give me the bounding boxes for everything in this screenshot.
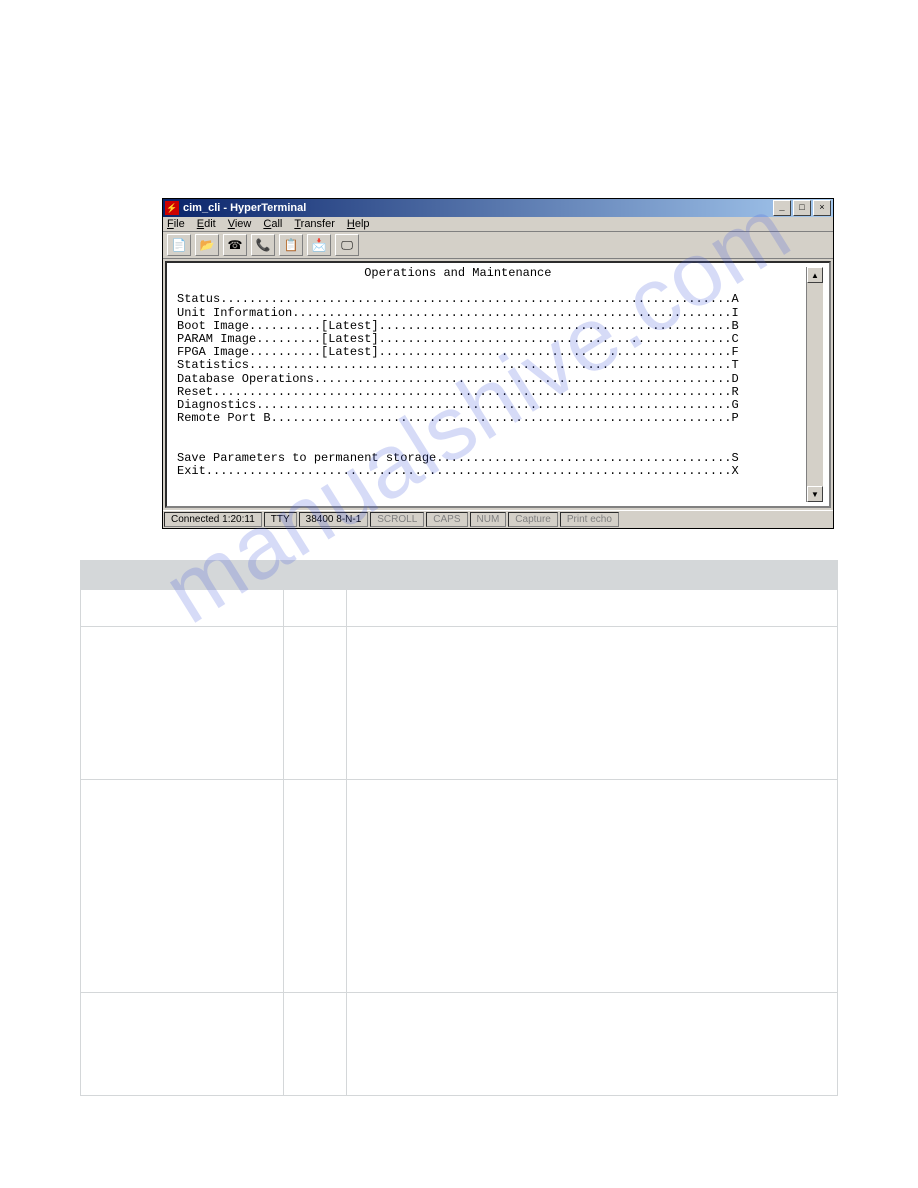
toolbar: 📄 📂 ☎ 📞 📋 📩 🖵 <box>163 232 833 259</box>
status-tty: TTY <box>264 512 297 527</box>
menu-help[interactable]: Help <box>347 218 370 230</box>
menu-edit[interactable]: Edit <box>197 218 216 230</box>
toolbar-new-icon[interactable]: 📄 <box>167 234 191 256</box>
menu-view[interactable]: View <box>228 218 252 230</box>
toolbar-send-icon[interactable]: 📋 <box>279 234 303 256</box>
table-header-cell <box>284 561 347 590</box>
toolbar-receive-icon[interactable]: 📩 <box>307 234 331 256</box>
statusbar: Connected 1:20:11 TTY 38400 8-N-1 SCROLL… <box>163 510 833 528</box>
menu-transfer[interactable]: Transfer <box>294 218 335 230</box>
scroll-down-icon[interactable]: ▼ <box>807 486 823 502</box>
scroll-up-icon[interactable]: ▲ <box>807 267 823 283</box>
menu-call[interactable]: Call <box>263 218 282 230</box>
scroll-track[interactable] <box>808 283 822 486</box>
window-title: cim_cli - HyperTerminal <box>183 202 773 214</box>
table-header-cell <box>81 561 284 590</box>
table-row <box>81 780 838 993</box>
terminal-area: Operations and Maintenance Status.......… <box>163 259 833 510</box>
terminal-text[interactable]: Operations and Maintenance Status.......… <box>177 267 806 502</box>
toolbar-properties-icon[interactable]: 🖵 <box>335 234 359 256</box>
table-row <box>81 627 838 780</box>
status-caps: CAPS <box>426 512 467 527</box>
status-connected: Connected 1:20:11 <box>164 512 262 527</box>
app-icon: ⚡ <box>165 201 179 215</box>
hyperterminal-window: ⚡ cim_cli - HyperTerminal _ □ × File Edi… <box>162 198 834 529</box>
window-buttons: _ □ × <box>773 200 831 216</box>
status-capture: Capture <box>508 512 558 527</box>
menubar: File Edit View Call Transfer Help <box>163 217 833 232</box>
toolbar-call-icon[interactable]: ☎ <box>223 234 247 256</box>
options-table <box>80 560 838 1096</box>
maximize-button[interactable]: □ <box>793 200 811 216</box>
toolbar-hangup-icon[interactable]: 📞 <box>251 234 275 256</box>
status-baud: 38400 8-N-1 <box>299 512 369 527</box>
close-button[interactable]: × <box>813 200 831 216</box>
toolbar-open-icon[interactable]: 📂 <box>195 234 219 256</box>
table-header-row <box>81 561 838 590</box>
vertical-scrollbar[interactable]: ▲ ▼ <box>806 267 823 502</box>
status-num: NUM <box>470 512 507 527</box>
table-row <box>81 993 838 1096</box>
table-row <box>81 590 838 627</box>
status-scroll: SCROLL <box>370 512 424 527</box>
table-header-cell <box>347 561 838 590</box>
minimize-button[interactable]: _ <box>773 200 791 216</box>
status-printecho: Print echo <box>560 512 619 527</box>
titlebar: ⚡ cim_cli - HyperTerminal _ □ × <box>163 199 833 217</box>
menu-file[interactable]: File <box>167 218 185 230</box>
resize-grip-icon[interactable] <box>815 511 833 528</box>
